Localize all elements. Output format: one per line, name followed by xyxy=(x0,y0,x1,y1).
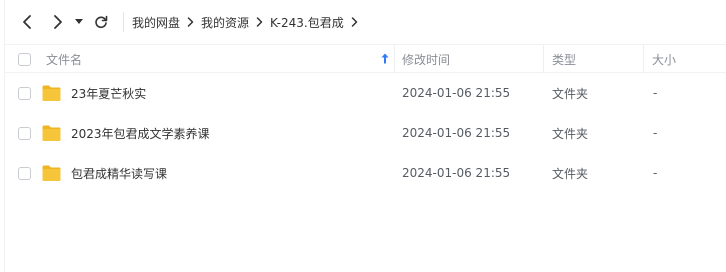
breadcrumb-item-current-folder[interactable]: K-243.包君成 xyxy=(270,14,344,31)
file-name[interactable]: 2023年包君成文学素养课 xyxy=(71,113,210,153)
chevron-right-icon xyxy=(256,17,263,27)
caret-down-icon xyxy=(75,19,83,24)
refresh-button[interactable] xyxy=(93,12,109,32)
chevron-left-icon xyxy=(23,15,31,29)
file-type: 文件夹 xyxy=(552,126,589,141)
file-browser: 我的网盘 我的资源 K-243.包君成 文件名 修改时间 类型 大小 23年夏芒… xyxy=(4,0,726,272)
row-checkbox-cell xyxy=(18,113,31,153)
nav-bar: 我的网盘 我的资源 K-243.包君成 xyxy=(5,0,726,44)
file-name[interactable]: 包君成精华读写课 xyxy=(71,153,167,193)
column-header-size[interactable]: 大小 xyxy=(652,45,676,73)
column-divider[interactable] xyxy=(643,45,644,73)
file-size: - xyxy=(653,166,658,180)
row-checkbox-cell xyxy=(18,73,31,113)
row-checkbox[interactable] xyxy=(18,166,31,180)
nav-divider xyxy=(123,12,124,32)
row-checkbox[interactable] xyxy=(18,126,31,140)
breadcrumb-item-my-resources[interactable]: 我的资源 xyxy=(201,14,249,31)
file-list-header: 文件名 修改时间 类型 大小 xyxy=(5,44,726,73)
breadcrumb: 我的网盘 我的资源 K-243.包君成 xyxy=(132,12,365,32)
file-row[interactable]: 2023年包君成文学素养课 2024-01-06 21:55 文件夹 - xyxy=(5,113,726,153)
file-modified: 2024-01-06 21:55 xyxy=(402,126,511,140)
select-all-checkbox-cell xyxy=(18,45,31,73)
column-divider[interactable] xyxy=(394,45,395,73)
row-checkbox-cell xyxy=(18,153,31,193)
folder-icon xyxy=(41,153,62,193)
chevron-right-icon xyxy=(187,17,194,27)
chevron-right-icon xyxy=(54,15,62,29)
history-dropdown-button[interactable] xyxy=(73,12,85,32)
file-modified: 2024-01-06 21:55 xyxy=(402,86,511,100)
column-divider[interactable] xyxy=(543,45,544,73)
file-row[interactable]: 包君成精华读写课 2024-01-06 21:55 文件夹 - xyxy=(5,153,726,193)
file-size: - xyxy=(653,126,658,140)
refresh-icon xyxy=(95,15,108,29)
column-header-name[interactable]: 文件名 xyxy=(46,45,82,73)
select-all-checkbox[interactable] xyxy=(18,52,31,66)
folder-icon xyxy=(41,73,62,113)
file-name[interactable]: 23年夏芒秋实 xyxy=(71,73,146,113)
file-row[interactable]: 23年夏芒秋实 2024-01-06 21:55 文件夹 - xyxy=(5,73,726,113)
column-header-type[interactable]: 类型 xyxy=(552,45,576,73)
file-modified: 2024-01-06 21:55 xyxy=(402,166,511,180)
column-header-modified[interactable]: 修改时间 xyxy=(402,45,450,73)
file-type: 文件夹 xyxy=(552,86,589,101)
back-button[interactable] xyxy=(19,12,35,32)
folder-icon xyxy=(41,113,62,153)
forward-button[interactable] xyxy=(50,12,66,32)
row-checkbox[interactable] xyxy=(18,86,31,100)
breadcrumb-item-my-drive[interactable]: 我的网盘 xyxy=(132,14,180,31)
file-size: - xyxy=(653,86,658,100)
file-type: 文件夹 xyxy=(552,166,589,181)
chevron-right-icon[interactable] xyxy=(351,17,358,27)
sort-ascending-icon[interactable] xyxy=(381,53,389,64)
